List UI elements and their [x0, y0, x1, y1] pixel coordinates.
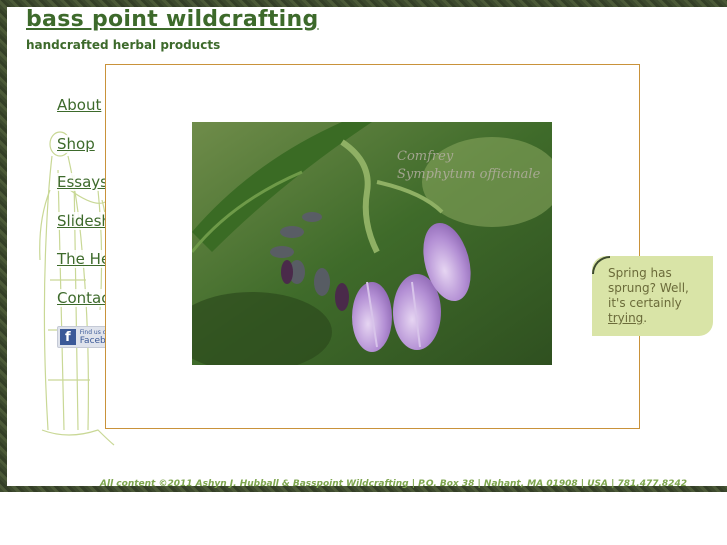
comfrey-photo: Comfrey Symphytum officinale [192, 122, 552, 365]
callout-link[interactable]: trying [608, 311, 643, 325]
nav-essays[interactable]: Essays [57, 173, 108, 191]
status-callout: Spring has sprung? Well, it's certainly … [592, 256, 713, 336]
nav-about[interactable]: About [57, 96, 102, 114]
callout-text: Spring has sprung? Well, it's certainly [608, 266, 689, 310]
tagline: handcrafted herbal products [26, 38, 221, 52]
nav-shop[interactable]: Shop [57, 135, 95, 153]
callout-end: . [643, 311, 648, 325]
facebook-icon: f [60, 329, 76, 345]
photo-watermark-line2: Symphytum officinale [397, 167, 541, 182]
site-title[interactable]: bass point wildcrafting [26, 7, 319, 32]
photo-watermark-line1: Comfrey [397, 149, 454, 164]
footer-text: All content ©2011 Ashyn J. Hubball & Bas… [100, 479, 687, 489]
